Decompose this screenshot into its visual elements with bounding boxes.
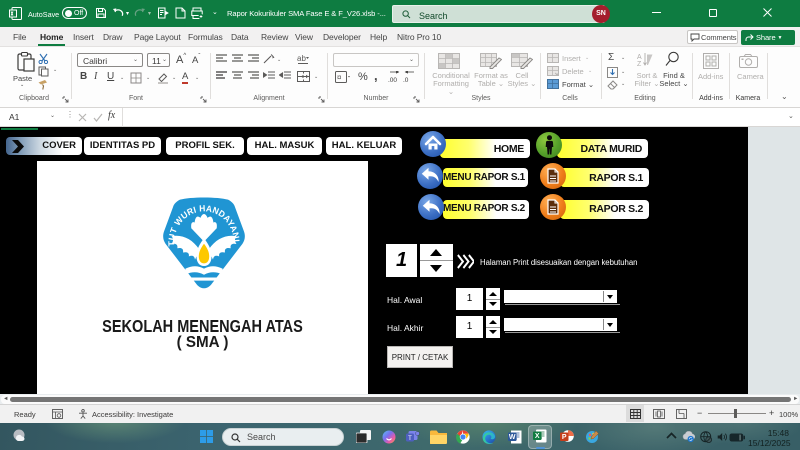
svg-text:.0: .0	[403, 77, 409, 83]
svg-text:.00: .00	[388, 77, 397, 83]
svg-text:Z: Z	[637, 61, 642, 67]
svg-text:¤: ¤	[337, 73, 342, 82]
svg-text:A: A	[637, 54, 642, 61]
svg-text:X: X	[535, 433, 540, 440]
svg-text:ab: ab	[297, 54, 306, 63]
svg-text:P: P	[562, 434, 567, 441]
svg-text:T: T	[408, 436, 412, 442]
svg-text:W: W	[509, 434, 516, 441]
